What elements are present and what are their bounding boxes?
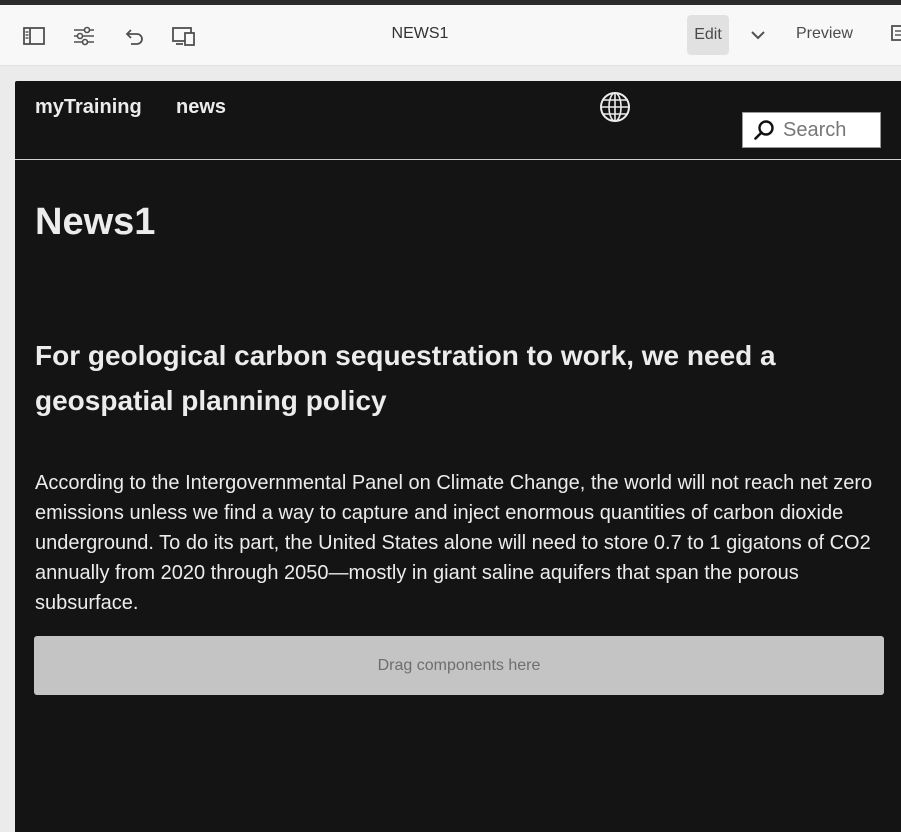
- editor-toolbar: NEWS1 Edit Preview: [0, 5, 901, 66]
- search-input[interactable]: [783, 118, 863, 142]
- emulator-icon[interactable]: [168, 20, 200, 52]
- component-drop-zone[interactable]: Drag components here: [34, 636, 884, 695]
- page-name: NEWS1: [391, 25, 449, 42]
- undo-icon[interactable]: [118, 20, 150, 52]
- globe-icon[interactable]: [599, 91, 631, 123]
- preview-button[interactable]: Preview: [796, 25, 853, 43]
- search-field[interactable]: [742, 112, 881, 148]
- page-title: News1: [35, 201, 156, 243]
- nav-link-news[interactable]: news: [176, 96, 226, 119]
- search-icon: [754, 120, 774, 140]
- annotation-icon[interactable]: [890, 23, 901, 45]
- nav-link-mytraining[interactable]: myTraining: [35, 96, 142, 119]
- page-preview: myTraining news News1 For geological car…: [15, 81, 901, 832]
- side-panel-icon[interactable]: [18, 20, 50, 52]
- site-header: myTraining news: [15, 81, 901, 160]
- page-properties-icon[interactable]: [68, 20, 100, 52]
- edit-mode-button[interactable]: Edit: [687, 15, 729, 55]
- chevron-down-icon[interactable]: [742, 19, 774, 51]
- article-body: According to the Intergovernmental Panel…: [35, 472, 873, 614]
- article-headline: For geological carbon sequestration to w…: [35, 340, 776, 416]
